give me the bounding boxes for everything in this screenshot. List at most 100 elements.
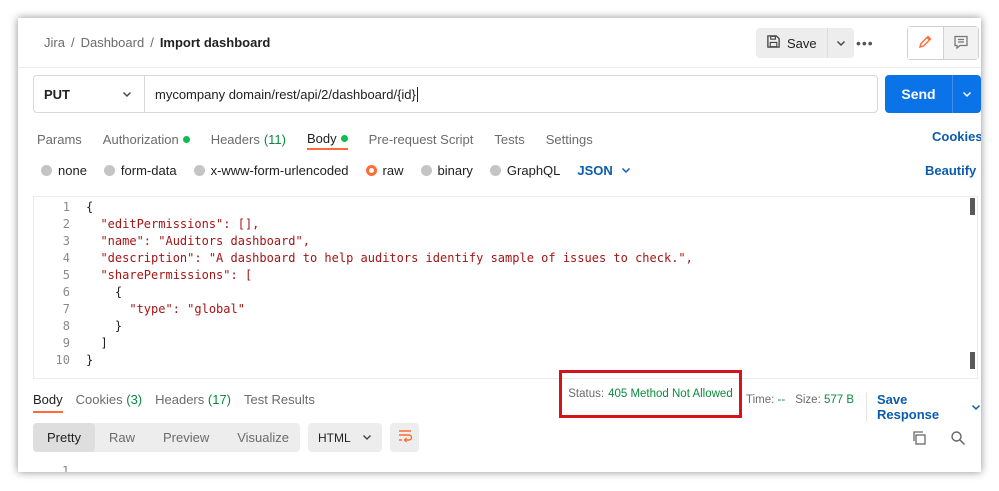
body-type-options: none form-data x-www-form-urlencoded raw… [41,163,631,178]
tab-count: (17) [207,392,232,407]
edit-mode-button[interactable] [908,27,944,59]
search-icon[interactable] [950,430,966,449]
tab-label: Test Results [244,392,315,407]
request-url-bar: PUT mycompany domain/rest/api/2/dashboar… [33,75,878,113]
breadcrumb: Jira / Dashboard / Import dashboard [44,35,270,50]
breadcrumb-separator: / [150,35,154,50]
radio-label: raw [382,163,404,178]
breadcrumb-item-jira[interactable]: Jira [44,35,65,50]
wrap-lines-icon [397,429,413,446]
send-options-dropdown[interactable] [953,75,981,113]
tab-preview[interactable]: Preview [149,423,223,452]
more-actions-icon[interactable]: ••• [856,35,874,51]
body-code-editor[interactable]: 1 2 3 4 5 6 7 8 9 10 { "editPermissions"… [33,196,978,379]
view-mode-toggle [907,26,979,60]
status-value[interactable]: 405 Method Not Allowed [608,388,733,400]
line-number: 6 [62,285,70,299]
tab-settings[interactable]: Settings [546,128,593,150]
tab-test-results[interactable]: Test Results [244,392,315,413]
tab-pre-request-script[interactable]: Pre-request Script [369,128,474,150]
save-options-dropdown[interactable] [828,28,854,58]
chevron-down-icon [971,400,981,415]
comment-icon [953,34,969,53]
tab-body[interactable]: Body [306,128,348,150]
radio-x-www-form-urlencoded[interactable]: x-www-form-urlencoded [193,163,349,178]
cookies-link[interactable]: Cookies [932,129,981,144]
documentation-mode-button[interactable] [943,27,978,59]
breadcrumb-item-dashboard[interactable]: Dashboard [81,35,145,50]
method-value: PUT [44,86,70,102]
tab-tests[interactable]: Tests [494,128,524,150]
line-number: 5 [62,268,70,282]
tab-label: Body [306,130,337,146]
tab-response-body[interactable]: Body [33,392,63,413]
pencil-icon [917,34,933,53]
code-line: "type": "global" [86,302,245,316]
radio-graphql[interactable]: GraphQL [489,163,560,178]
text-cursor [416,86,418,102]
scrollbar-thumb-bottom[interactable] [970,352,975,369]
radio-circle [41,165,52,176]
radio-label: binary [437,163,473,178]
size-value[interactable]: 577 B [824,394,854,406]
radio-circle [420,165,432,176]
wrap-lines-button[interactable] [390,423,419,452]
code-line: } [86,319,123,333]
copy-icon[interactable] [911,430,927,449]
line-number: 9 [62,336,70,350]
line-number: 2 [62,217,70,231]
chevron-down-icon [362,431,372,445]
code-line: "description": "A dashboard to help audi… [86,251,693,265]
tab-headers[interactable]: Headers (11) [211,128,286,150]
radio-circle [103,165,115,176]
tab-count: (3) [126,392,143,407]
top-bar: Jira / Dashboard / Import dashboard Save… [18,18,981,68]
method-select[interactable]: PUT [34,76,145,112]
scrollbar-thumb-top[interactable] [970,198,975,215]
tab-raw[interactable]: Raw [95,423,149,452]
radio-binary[interactable]: binary [420,163,473,178]
tab-label: Settings [545,131,593,147]
url-input[interactable]: mycompany domain/rest/api/2/dashboard/{i… [145,76,877,112]
beautify-link[interactable]: Beautify [925,163,976,178]
radio-raw[interactable]: raw [365,163,404,178]
time-value: -- [777,394,786,406]
line-number: 3 [62,234,70,248]
page-title: Import dashboard [159,35,271,50]
url-value: mycompany domain/rest/api/2/dashboard/{i… [155,86,416,102]
status-dot [340,134,348,142]
response-status-highlight: Status: 405 Method Not Allowed [559,370,742,418]
save-button[interactable]: Save [756,28,828,58]
editor-scrollbar[interactable] [970,196,975,374]
tab-response-cookies[interactable]: Cookies (3) [76,392,142,413]
code-line: { [86,200,94,214]
tab-authorization[interactable]: Authorization [103,128,190,150]
tab-count: (11) [263,131,286,147]
save-icon [766,34,781,52]
status-dot [182,135,190,143]
response-format-select[interactable]: HTML [308,423,382,452]
code-line: } [86,353,94,367]
save-button-group: Save [756,28,854,58]
tab-params[interactable]: Params [37,128,82,150]
app-window: Jira / Dashboard / Import dashboard Save… [18,18,981,472]
body-format-select[interactable]: JSON [577,163,630,178]
send-button-group: Send [885,75,981,113]
radio-label: x-www-form-urlencoded [210,163,349,178]
save-label: Save [787,35,817,51]
radio-circle [489,165,501,176]
code-line: "editPermissions": [], [86,217,260,231]
body-format-value: JSON [577,163,613,178]
save-response-button[interactable]: Save Response [866,392,981,422]
tab-pretty[interactable]: Pretty [33,423,95,452]
tab-visualize[interactable]: Visualize [223,423,303,452]
radio-label: form-data [120,163,177,178]
radio-circle [193,165,205,176]
tab-response-headers[interactable]: Headers (17) [155,392,231,413]
code-line: "name": "Auditors dashboard", [86,234,310,248]
radio-form-data[interactable]: form-data [103,163,177,178]
request-tabs: Params Authorization Headers (11) Body Pr… [37,128,593,154]
response-meta: Time: -- Size: 577 B [746,394,854,406]
radio-none[interactable]: none [41,163,87,178]
send-button[interactable]: Send [885,75,953,113]
